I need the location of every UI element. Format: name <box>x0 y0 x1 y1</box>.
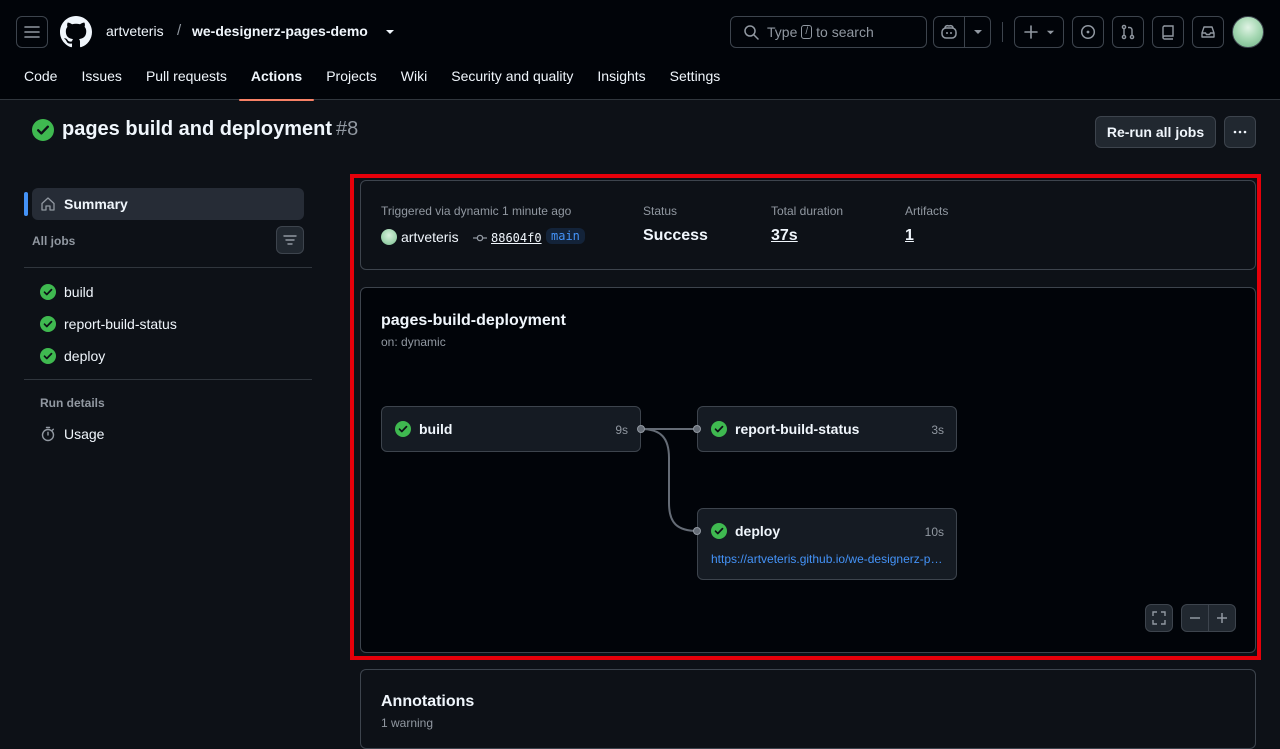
copilot-menu-button[interactable] <box>964 16 991 48</box>
repo-separator: / <box>177 22 182 39</box>
caret-down-icon <box>1046 30 1054 34</box>
repo-nav-tabs: Code Issues Pull requests Actions Projec… <box>0 56 733 101</box>
filter-jobs-button[interactable] <box>276 226 304 254</box>
check-circle-icon <box>40 316 56 332</box>
check-circle-icon <box>40 348 56 364</box>
tab-security[interactable]: Security and quality <box>439 56 585 100</box>
run-title: pages build and deployment #8 <box>32 118 358 141</box>
github-mark-icon <box>60 16 92 48</box>
plus-icon <box>1023 25 1038 39</box>
issues-button[interactable] <box>1072 16 1104 48</box>
annotations-subtitle: 1 warning <box>381 716 434 730</box>
inbox-icon <box>1201 26 1215 38</box>
repo-icon <box>1162 25 1174 40</box>
repo-name-link[interactable]: we-designerz-pages-demo <box>192 23 368 39</box>
tab-issues[interactable]: Issues <box>69 56 133 100</box>
caret-down-icon <box>973 30 982 34</box>
inbox-button[interactable] <box>1192 16 1224 48</box>
sidebar-divider <box>24 379 312 380</box>
hamburger-icon <box>24 26 40 38</box>
search-icon <box>744 25 759 40</box>
check-circle-icon <box>32 118 54 141</box>
copilot-icon <box>941 24 957 39</box>
search-prefix: Type <box>767 24 798 40</box>
sidebar-job-report-build-status[interactable]: report-build-status <box>40 312 177 336</box>
sidebar-item-summary-label: Summary <box>64 196 128 212</box>
filter-icon <box>283 235 297 245</box>
run-name: pages build and deployment <box>62 118 333 140</box>
issue-opened-icon <box>1080 24 1096 40</box>
sidebar-item-summary[interactable]: Summary <box>32 188 304 220</box>
sidebar-job-label: deploy <box>64 348 106 364</box>
run-details-label: Run details <box>40 396 105 410</box>
stopwatch-icon <box>41 426 55 442</box>
sidebar-job-label: build <box>64 284 94 300</box>
sidebar-job-label: report-build-status <box>64 316 177 332</box>
git-pull-request-icon <box>1121 24 1135 40</box>
sidebar-item-usage[interactable]: Usage <box>40 422 104 446</box>
pull-requests-button[interactable] <box>1112 16 1144 48</box>
sidebar-job-deploy[interactable]: deploy <box>40 344 105 368</box>
sidebar-job-build[interactable]: build <box>40 280 94 304</box>
tab-pull-requests[interactable]: Pull requests <box>134 56 239 100</box>
copilot-button[interactable] <box>933 16 965 48</box>
summary-active-indicator <box>24 192 28 216</box>
tab-projects[interactable]: Projects <box>314 56 389 100</box>
run-more-options-button[interactable] <box>1224 116 1256 148</box>
home-icon <box>41 197 55 211</box>
tab-insights[interactable]: Insights <box>585 56 657 100</box>
annotations-title: Annotations <box>381 693 475 710</box>
github-logo[interactable] <box>60 16 92 48</box>
rerun-all-jobs-button[interactable]: Re-run all jobs <box>1095 116 1216 148</box>
repositories-button[interactable] <box>1152 16 1184 48</box>
search-suffix: to search <box>816 24 874 40</box>
caret-down-icon[interactable] <box>385 27 395 37</box>
run-number: #8 <box>336 118 359 140</box>
search-shortcut-key: / <box>801 25 813 39</box>
app-header: artveteris / we-designerz-pages-demo Typ… <box>0 0 1280 101</box>
tab-actions[interactable]: Actions <box>238 56 315 101</box>
annotations-panel: Annotations 1 warning <box>360 669 1256 749</box>
tab-settings[interactable]: Settings <box>658 56 733 100</box>
tab-code[interactable]: Code <box>12 56 69 100</box>
tab-wiki[interactable]: Wiki <box>389 56 439 100</box>
check-circle-icon <box>40 284 56 300</box>
sidebar-divider <box>24 267 312 268</box>
user-avatar[interactable] <box>1232 16 1264 48</box>
search-input[interactable]: Type / to search <box>730 16 927 48</box>
header-divider <box>1002 22 1003 42</box>
all-jobs-label: All jobs <box>32 234 76 248</box>
kebab-horizontal-icon <box>1233 130 1247 134</box>
sidebar-item-usage-label: Usage <box>64 426 105 442</box>
create-new-button[interactable] <box>1014 16 1064 48</box>
repo-owner-link[interactable]: artveteris <box>106 23 164 39</box>
highlight-box <box>350 174 1261 660</box>
menu-button[interactable] <box>16 16 48 48</box>
